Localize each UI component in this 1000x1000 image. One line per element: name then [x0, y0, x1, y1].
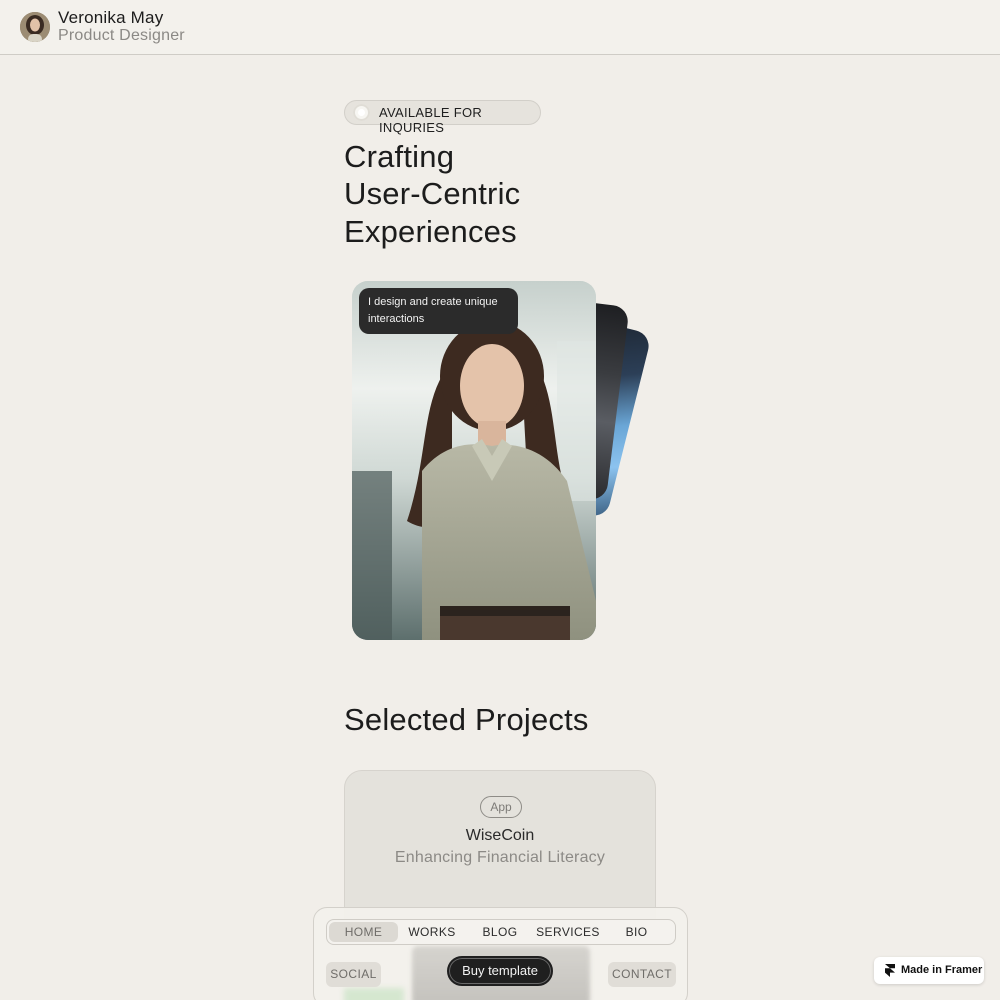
project-subtitle: Enhancing Financial Literacy [394, 849, 606, 866]
contact-button[interactable]: CONTACT [608, 962, 676, 987]
portrait-card[interactable] [352, 281, 596, 640]
nav-works[interactable]: WORKS [398, 922, 466, 942]
nav-bar: HOME WORKS BLOG SERVICES BIO [326, 919, 676, 945]
made-in-framer-badge[interactable]: Made in Framer [874, 957, 984, 984]
buy-template-button[interactable]: Buy template [447, 956, 553, 986]
site-owner-role: Product Designer [58, 27, 185, 44]
framer-badge-label: Made in Framer [901, 964, 983, 976]
card-tooltip: I design and create unique interactions [359, 288, 518, 334]
site-header: Veronika May Product Designer [0, 0, 1000, 55]
nav-services[interactable]: SERVICES [534, 922, 602, 942]
status-dot-icon [353, 104, 370, 121]
hero-title-line-2: User-Centric [344, 176, 521, 211]
avatar-portrait [20, 12, 50, 42]
framer-logo-icon [885, 964, 895, 977]
dock-preview-left [344, 988, 404, 1000]
project-tag: App [480, 796, 522, 818]
avatar[interactable] [20, 12, 50, 42]
social-button[interactable]: SOCIAL [326, 962, 381, 987]
hero-title-line-3: Experiences [344, 214, 517, 249]
portrait-photo [352, 281, 596, 640]
project-title: WiseCoin [465, 827, 535, 844]
availability-label: AVAILABLE FOR INQURIES [379, 105, 483, 135]
nav-bio[interactable]: BIO [602, 922, 671, 942]
hero-title-line-1: Crafting [344, 139, 455, 174]
site-owner-name[interactable]: Veronika May [58, 8, 163, 28]
section-title-projects: Selected Projects [344, 702, 589, 737]
nav-home[interactable]: HOME [329, 922, 398, 942]
nav-blog[interactable]: BLOG [466, 922, 534, 942]
availability-badge: AVAILABLE FOR INQURIES [344, 100, 541, 135]
bottom-nav-dock: HOME WORKS BLOG SERVICES BIO SOCIAL Buy … [313, 907, 688, 1000]
